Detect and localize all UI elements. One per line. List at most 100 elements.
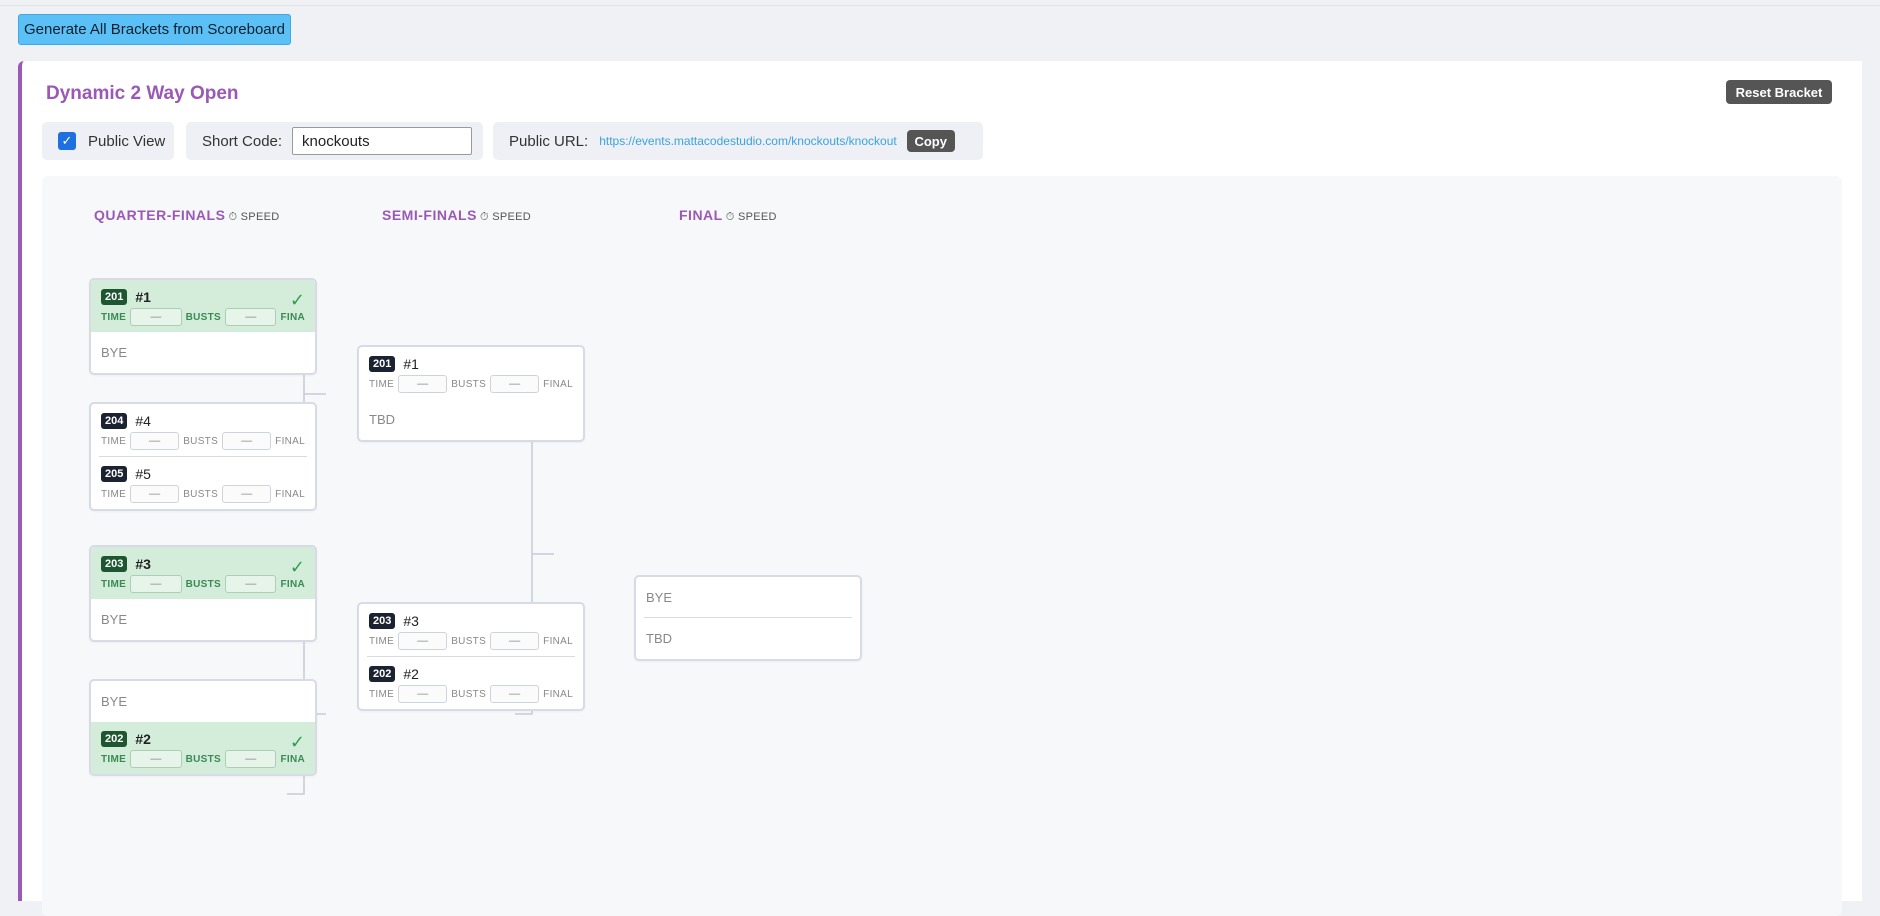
final-label: FINA	[280, 311, 305, 323]
time-label: TIME	[101, 578, 127, 590]
semi-final-match[interactable]: 203 #3 TIME — BUSTS — FINAL 202 #2 TIME — BUSTS — FIN…	[357, 602, 585, 711]
busts-field[interactable]: —	[222, 432, 272, 450]
round-header-quarter-finals: QUARTER-FINALS ⏱ SPEED	[94, 207, 280, 223]
seed-badge: 202	[101, 731, 128, 747]
time-field[interactable]: —	[398, 375, 448, 393]
busts-label: BUSTS	[185, 753, 221, 765]
final-label: FINAL	[275, 435, 305, 447]
seed-badge: 203	[369, 613, 396, 629]
final-label: FINAL	[543, 688, 573, 700]
seed-badge: 203	[101, 556, 128, 572]
busts-label: BUSTS	[185, 578, 221, 590]
bye-slot: BYE	[101, 345, 128, 360]
score-row: TIME — BUSTS — FINA	[101, 569, 305, 599]
time-label: TIME	[369, 378, 395, 390]
reset-bracket-button[interactable]: Reset Bracket	[1726, 80, 1832, 104]
busts-field[interactable]: —	[490, 375, 540, 393]
time-field[interactable]: —	[130, 750, 182, 768]
score-row: TIME — BUSTS — FINA	[101, 744, 305, 774]
bracket-panel: Dynamic 2 Way Open Reset Bracket ✓ Publi…	[18, 61, 1862, 916]
score-row: TIME — BUSTS — FINAL	[369, 679, 573, 709]
score-row: TIME — BUSTS — FINAL	[369, 369, 573, 399]
time-field[interactable]: —	[398, 632, 448, 650]
busts-field[interactable]: —	[490, 632, 540, 650]
competitor-slot[interactable]: 205 #5 TIME — BUSTS — FINAL	[91, 457, 315, 509]
busts-label: BUSTS	[185, 311, 221, 323]
competitor-slot[interactable]: 201 #1 TIME — BUSTS — FINAL	[359, 347, 583, 399]
busts-label: BUSTS	[183, 435, 219, 447]
score-row: TIME — BUSTS — FINAL	[101, 426, 305, 456]
round-header-semi-finals: SEMI-FINALS ⏱ SPEED	[382, 207, 531, 223]
bye-slot: BYE	[101, 694, 128, 709]
seed-badge: 201	[101, 289, 128, 305]
competitor-slot[interactable]: 201 #1 ✓ TIME — BUSTS — FINA	[91, 280, 315, 332]
competitor-name: #3	[403, 613, 419, 629]
time-field[interactable]: —	[130, 575, 182, 593]
bracket-area: QUARTER-FINALS ⏱ SPEED SEMI-FINALS ⏱ SPEED…	[42, 176, 1842, 916]
competitor-name: #3	[135, 556, 151, 572]
seed-badge: 202	[369, 666, 396, 682]
bye-slot: BYE	[101, 612, 128, 627]
competitor-slot[interactable]: 202 #2 ✓ TIME — BUSTS — FINA	[91, 722, 315, 774]
public-view-label: Public View	[88, 132, 166, 150]
quarter-final-match[interactable]: 201 #1 ✓ TIME — BUSTS — FINA BYE	[89, 278, 317, 375]
competitor-name: #4	[135, 413, 151, 429]
busts-label: BUSTS	[451, 378, 487, 390]
copy-url-button[interactable]: Copy	[906, 130, 955, 152]
semi-final-match[interactable]: 201 #1 TIME — BUSTS — FINAL TBD	[357, 345, 585, 442]
generate-brackets-button[interactable]: Generate All Brackets from Scoreboard	[18, 14, 291, 45]
winner-check-icon: ✓	[289, 290, 305, 310]
round-header-final: FINAL ⏱ SPEED	[679, 207, 777, 223]
quarter-final-match[interactable]: 204 #4 TIME — BUSTS — FINAL 205 #5 TIME — BUSTS — FIN…	[89, 402, 317, 511]
tbd-slot: TBD	[369, 412, 395, 427]
busts-field[interactable]: —	[224, 575, 277, 593]
final-match[interactable]: BYE TBD	[634, 575, 862, 661]
competitor-slot[interactable]: 203 #3 ✓ TIME — BUSTS — FINA	[91, 547, 315, 599]
public-view-checkbox[interactable]: ✓	[58, 132, 76, 150]
time-field[interactable]: —	[130, 432, 180, 450]
time-label: TIME	[101, 435, 127, 447]
final-label: FINAL	[543, 635, 573, 647]
public-url-link[interactable]: https://events.mattacodestudio.com/knock…	[599, 134, 897, 148]
time-label: TIME	[101, 488, 127, 500]
seed-badge: 205	[101, 466, 128, 482]
seed-badge: 204	[101, 413, 128, 429]
busts-field[interactable]: —	[224, 308, 277, 326]
competitor-slot[interactable]: 203 #3 TIME — BUSTS — FINAL	[367, 604, 575, 657]
busts-field[interactable]: —	[222, 485, 272, 503]
final-label: FINAL	[543, 378, 573, 390]
competitor-name: #2	[403, 666, 419, 682]
public-view-control[interactable]: ✓ Public View	[42, 122, 174, 160]
short-code-label: Short Code:	[202, 132, 283, 150]
time-field[interactable]: —	[130, 308, 182, 326]
competitor-name: #1	[135, 289, 151, 305]
busts-field[interactable]: —	[490, 685, 540, 703]
busts-label: BUSTS	[183, 488, 219, 500]
final-label: FINA	[280, 578, 305, 590]
time-label: TIME	[101, 311, 127, 323]
public-url-label: Public URL:	[509, 132, 589, 150]
time-label: TIME	[101, 753, 127, 765]
winner-check-icon: ✓	[289, 732, 305, 752]
competitor-slot[interactable]: 204 #4 TIME — BUSTS — FINAL	[99, 404, 307, 457]
quarter-final-match[interactable]: 203 #3 ✓ TIME — BUSTS — FINA BYE	[89, 545, 317, 642]
time-label: TIME	[369, 635, 395, 647]
busts-label: BUSTS	[451, 635, 487, 647]
time-label: TIME	[369, 688, 395, 700]
time-field[interactable]: —	[398, 685, 448, 703]
busts-label: BUSTS	[451, 688, 487, 700]
seed-badge: 201	[369, 356, 396, 372]
busts-field[interactable]: —	[224, 750, 277, 768]
winner-check-icon: ✓	[289, 557, 305, 577]
top-border	[0, 0, 1880, 6]
quarter-final-match[interactable]: BYE 202 #2 ✓ TIME — BUSTS — FINA	[89, 679, 317, 776]
short-code-input[interactable]	[292, 127, 473, 155]
tbd-slot: TBD	[646, 631, 672, 646]
final-label: FINAL	[275, 488, 305, 500]
competitor-name: #5	[135, 466, 151, 482]
final-label: FINA	[280, 753, 305, 765]
public-url-control: Public URL: https://events.mattacodestud…	[493, 122, 983, 160]
competitor-slot[interactable]: 202 #2 TIME — BUSTS — FINAL	[359, 657, 583, 709]
competitor-name: #1	[403, 356, 419, 372]
time-field[interactable]: —	[130, 485, 180, 503]
